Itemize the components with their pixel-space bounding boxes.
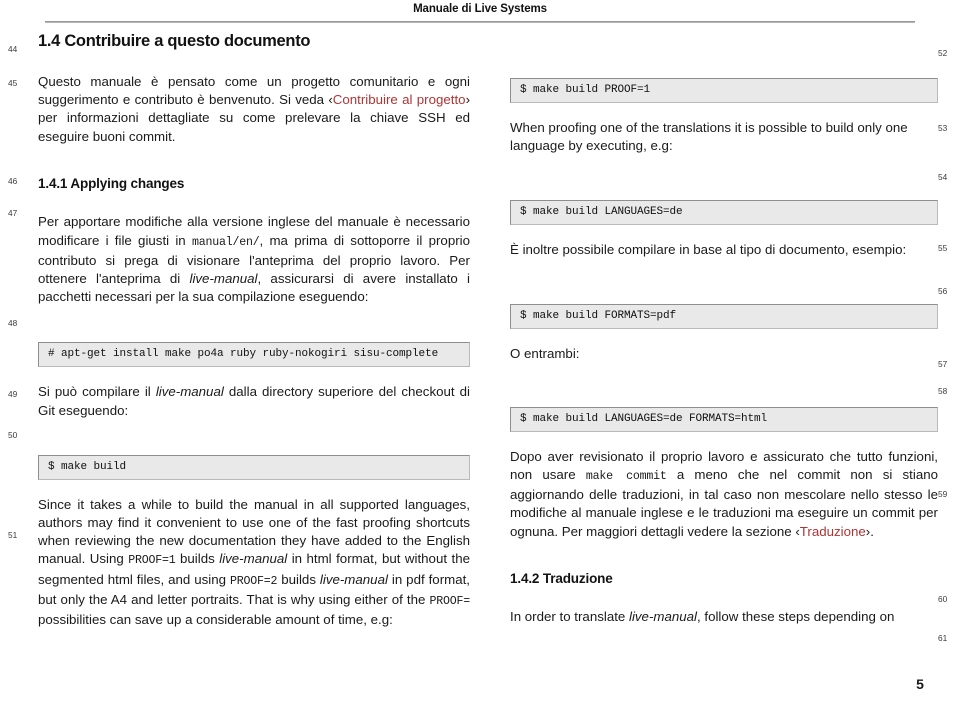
inline-code-proof-2: PROOF=2: [229, 574, 278, 588]
paragraph-61-text-b: , follow these steps depending on: [697, 609, 895, 625]
code-block-apt-get-install: # apt-get install make po4a ruby ruby-no…: [38, 342, 470, 368]
line-number-56: 56: [938, 286, 948, 296]
line-number-60: 60: [938, 594, 948, 604]
left-column: 1.4 Contribuire a questo documento Quest…: [38, 32, 470, 629]
page-header: Manuale di Live Systems: [0, 0, 960, 26]
heading-section-1-4-2: 1.4.2 Traduzione: [510, 570, 613, 586]
inline-code-make-commit: make commit: [585, 470, 667, 484]
line-number-55: 55: [938, 243, 948, 253]
code-block-languages-de: $ make build LANGUAGES=de: [510, 200, 938, 226]
code-block-make-build: $ make build: [38, 454, 470, 480]
paragraph-49-text-a: Si può compilare il: [38, 384, 156, 400]
line-number-54: 54: [938, 172, 948, 182]
line-number-44: 44: [8, 44, 18, 54]
paragraph-49: Si può compilare il live-manual dalla di…: [38, 383, 470, 419]
code-block-languages-de-formats-html: $ make build LANGUAGES=de FORMATS=html: [510, 406, 938, 432]
paragraph-51-text-b: builds: [175, 551, 220, 567]
paragraph-53: When proofing one of the translations it…: [510, 120, 908, 154]
paragraph-55: È inoltre possibile compilare in base al…: [510, 242, 907, 258]
heading-section-1-4: 1.4 Contribuire a questo documento: [38, 32, 311, 50]
right-column: $ make build PROOF=1 When proofing one o…: [510, 32, 938, 627]
link-contribuire-al-progetto[interactable]: Contribuire al progetto: [333, 92, 466, 107]
paragraph-59-text-c: ›.: [865, 523, 874, 539]
paragraph-47: Per apportare modifiche alla versione in…: [38, 213, 470, 306]
line-number-49: 49: [8, 389, 18, 399]
line-number-50: 50: [8, 430, 18, 440]
line-number-45: 45: [8, 78, 18, 88]
paragraph-61-text-a: In order to translate: [510, 609, 629, 625]
line-number-48: 48: [8, 318, 18, 328]
line-number-47: 47: [8, 208, 18, 218]
line-number-61: 61: [938, 633, 948, 643]
code-block-formats-pdf: $ make build FORMATS=pdf: [510, 303, 938, 329]
line-number-51: 51: [8, 530, 18, 540]
code-block-make-build-proof: $ make build PROOF=1: [510, 78, 938, 103]
page-header-title: Manuale di Live Systems: [413, 3, 547, 15]
paragraph-59: Dopo aver revisionato il proprio lavoro …: [510, 448, 938, 541]
line-number-58: 58: [938, 386, 948, 396]
paragraph-45: Questo manuale è pensato come un progett…: [38, 73, 470, 146]
inline-code-proof-eq: PROOF=: [429, 594, 470, 608]
page-number: 5: [916, 676, 924, 692]
line-number-57: 57: [938, 359, 948, 369]
line-number-46: 46: [8, 176, 18, 186]
line-number-53: 53: [938, 123, 948, 133]
paragraph-57: O entrambi:: [510, 345, 580, 361]
inline-code-manual-en: manual/en/: [191, 235, 260, 249]
paragraph-51-text-d: builds: [277, 571, 320, 587]
header-rule: [45, 21, 915, 23]
line-number-52: 52: [938, 48, 948, 58]
paragraph-51-text-f: possibilities can save up a considerable…: [38, 611, 393, 627]
emphasis-live-manual-61: live-manual: [629, 609, 697, 625]
line-number-59: 59: [938, 489, 948, 499]
paragraph-61: In order to translate live-manual, follo…: [510, 608, 938, 626]
paragraph-51: Since it takes a while to build the manu…: [38, 496, 470, 629]
emphasis-live-manual-51b: live-manual: [319, 571, 388, 587]
emphasis-live-manual-49: live-manual: [155, 384, 224, 400]
emphasis-live-manual-47: live-manual: [189, 270, 258, 286]
heading-section-1-4-1: 1.4.1 Applying changes: [38, 175, 185, 191]
inline-code-proof-1: PROOF=1: [128, 554, 176, 568]
emphasis-live-manual-51a: live-manual: [219, 551, 288, 567]
link-traduzione[interactable]: Traduzione: [800, 524, 866, 539]
